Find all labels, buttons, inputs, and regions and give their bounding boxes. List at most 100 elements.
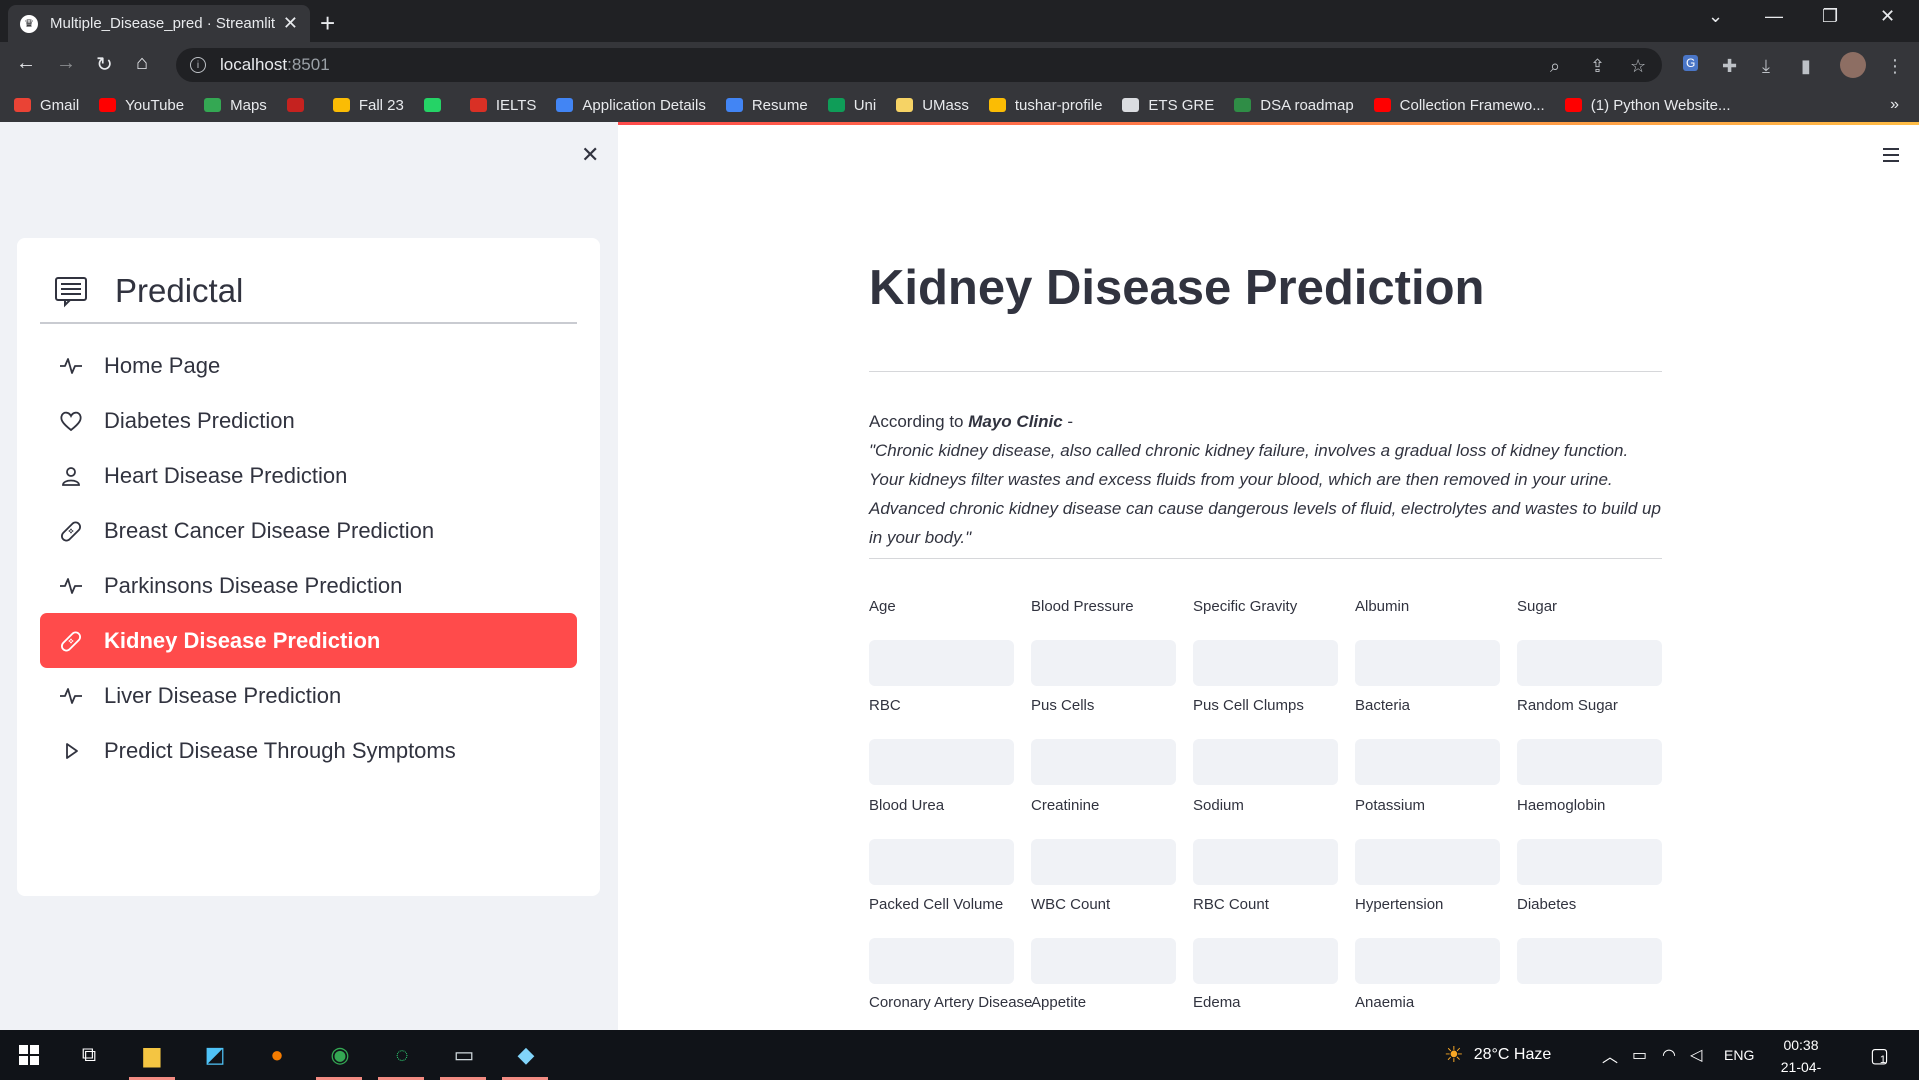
notes-app-icon[interactable]: ◆ [511,1040,541,1070]
back-icon[interactable]: ← [16,52,36,75]
field-label: Anaemia [1355,994,1415,1011]
tab-search-chevron-icon[interactable]: ⌄ [1708,6,1723,27]
chrome-menu-icon[interactable]: ⋮ [1886,56,1904,77]
share-icon[interactable]: ⇪ [1590,56,1605,77]
home-icon[interactable]: ⌂ [136,52,148,75]
site-info-icon[interactable]: i [190,57,206,73]
bookmark-star-icon[interactable]: ☆ [1630,56,1646,77]
menu-item-heart-disease-prediction[interactable]: Heart Disease Prediction [40,448,577,503]
field-input[interactable] [1517,640,1662,686]
url-bar[interactable]: i localhost:8501 [176,48,1662,82]
menu-item-liver-disease-prediction[interactable]: Liver Disease Prediction [40,668,577,723]
bookmark-item[interactable]: Collection Framewo... [1373,97,1545,114]
task-view-icon[interactable]: ⧉ [74,1040,104,1070]
bookmark-item[interactable]: Gmail [14,97,79,114]
downloads-icon[interactable]: ⤓ [1762,56,1770,77]
field-label: Age [869,598,896,615]
minimize-window-icon[interactable]: — [1765,6,1783,27]
tray-chevron-icon[interactable]: ︿ [1602,1030,1618,1080]
field-label: Sugar [1517,598,1558,615]
chrome-taskbar-icon[interactable]: ◉ [325,1040,355,1070]
extensions-puzzle-icon[interactable]: ✚ [1722,56,1737,77]
field-age: Age [869,598,1014,686]
field-input[interactable] [1517,839,1662,885]
restore-window-icon[interactable]: ❐ [1822,6,1838,27]
windows-taskbar: ⧉ ▆ ◩ ● ◉ ◌ ▭ ◆ ☀ 28°C Haze ︿ ▭ ◠ ◁ ENG … [0,1030,1919,1080]
browser-tab-active[interactable]: ♛ Multiple_Disease_pred · Streamlit ✕ [8,5,310,42]
address-toolbar: ← → ↻ ⌂ i localhost:8501 ⌕ ⇪ ☆ G ✚ ⤓ ▮ ⋮ [0,42,1919,88]
profile-avatar[interactable] [1840,52,1866,78]
bookmark-item[interactable]: YouTube [99,97,184,114]
bookmark-favicon-icon [286,98,304,112]
field-input[interactable] [1517,739,1662,785]
person-icon [58,463,84,489]
language-indicator[interactable]: ENG [1724,1030,1754,1080]
field-input[interactable] [1355,938,1500,984]
field-input[interactable] [1355,640,1500,686]
main-menu-hamburger-icon[interactable] [1883,148,1899,166]
field-input[interactable] [1031,640,1176,686]
field-input[interactable] [1031,938,1176,984]
field-input[interactable] [869,839,1014,885]
field-input[interactable] [1031,839,1176,885]
file-explorer-icon[interactable]: ▆ [137,1040,167,1070]
spinner-app-icon[interactable]: ◌ [387,1040,417,1070]
bookmark-item[interactable]: Resume [725,97,808,114]
close-window-icon[interactable]: ✕ [1880,6,1895,27]
bookmark-item[interactable]: tushar-profile [988,97,1102,114]
menu-item-breast-cancer-disease-prediction[interactable]: Breast Cancer Disease Prediction [40,503,577,558]
field-input[interactable] [1193,839,1338,885]
forward-icon[interactable]: → [56,52,76,75]
bookmark-item[interactable]: DSA roadmap [1234,97,1354,114]
volume-icon[interactable]: ◁ [1690,1030,1702,1080]
field-input[interactable] [1355,739,1500,785]
new-tab-button[interactable]: + [320,8,335,39]
menu-item-parkinsons-disease-prediction[interactable]: Parkinsons Disease Prediction [40,558,577,613]
bookmark-item[interactable]: IELTS [469,97,536,114]
weather-widget[interactable]: ☀ 28°C Haze [1444,1030,1551,1080]
side-panel-icon[interactable]: ▮ [1801,56,1811,77]
field-input[interactable] [1193,938,1338,984]
bookmark-item[interactable]: Application Details [556,97,706,114]
menu-item-home-page[interactable]: Home Page [40,338,577,393]
field-label: Pus Cells [1031,697,1095,714]
field-input[interactable] [869,640,1014,686]
zoom-icon[interactable]: ⌕ [1550,56,1560,77]
field-input[interactable] [1193,739,1338,785]
vscode-laptop-icon[interactable]: ◩ [200,1040,230,1070]
field-input[interactable] [1193,640,1338,686]
bookmark-item[interactable] [423,98,450,112]
bookmark-item[interactable]: Uni [827,96,877,114]
menu-item-kidney-disease-prediction[interactable]: Kidney Disease Prediction [40,613,577,668]
bookmark-item[interactable]: (1) Python Website... [1564,97,1731,114]
tab-close-icon[interactable]: ✕ [283,13,298,34]
battery-icon[interactable]: ▭ [1632,1030,1647,1080]
bookmark-item[interactable]: Fall 23 [332,97,404,114]
reload-icon[interactable]: ↻ [96,52,113,77]
notifications-icon[interactable]: ▢ 1 [1870,1030,1889,1080]
more-bookmarks-icon[interactable]: » [1890,96,1899,114]
translate-extension-icon[interactable]: G [1683,55,1699,71]
bookmark-item[interactable] [286,98,313,112]
field-input[interactable] [1355,839,1500,885]
field-input[interactable] [1517,938,1662,984]
field-input[interactable] [869,938,1014,984]
bookmark-label: Maps [230,96,267,114]
bookmark-item[interactable]: Maps [204,97,267,114]
menu-item-diabetes-prediction[interactable]: Diabetes Prediction [40,393,577,448]
bookmark-label: Uni [853,96,877,114]
wifi-icon[interactable]: ◠ [1662,1030,1676,1080]
menu-item-predict-disease-through-symptoms[interactable]: Predict Disease Through Symptoms [40,723,577,778]
terminal-icon[interactable]: ▭ [449,1040,479,1070]
windows-start-icon[interactable] [14,1040,44,1070]
bookmark-favicon-icon [14,98,31,112]
field-label: RBC [869,697,901,714]
bookmark-item[interactable]: ETS GRE [1122,97,1214,114]
field-input[interactable] [869,739,1014,785]
field-potassium: Potassium [1355,797,1500,885]
field-input[interactable] [1031,739,1176,785]
fruity-loops-icon[interactable]: ● [262,1040,292,1070]
bookmark-item[interactable]: UMass [896,97,969,114]
clock[interactable]: 00:38 21-04-2023 [1766,1034,1836,1080]
sidebar-close-icon[interactable]: ✕ [581,142,599,168]
